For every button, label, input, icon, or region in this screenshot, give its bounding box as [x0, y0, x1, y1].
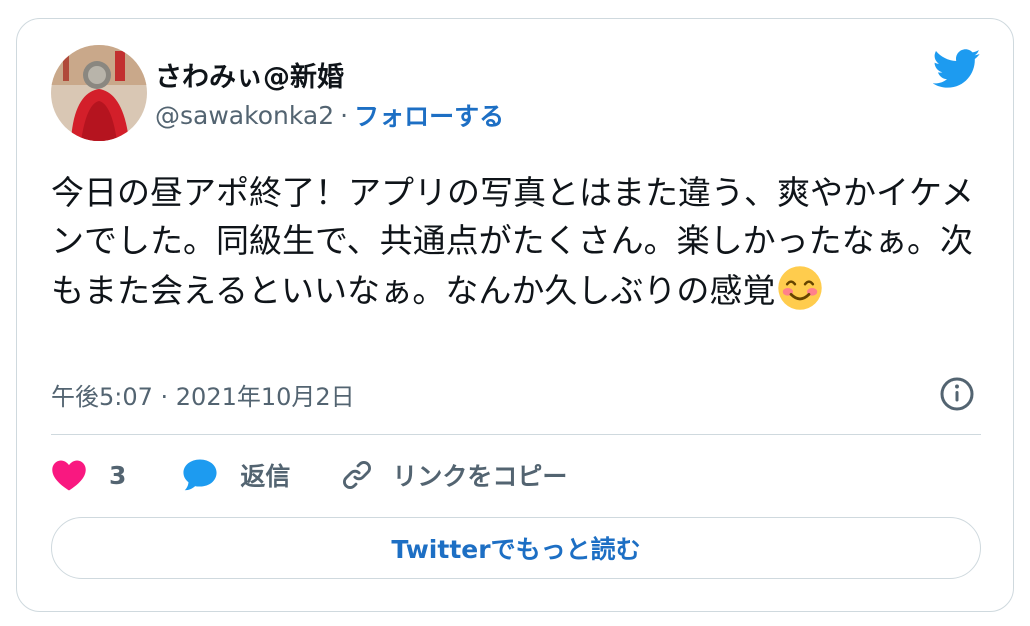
- read-more-button[interactable]: Twitterでもっと読む: [51, 517, 981, 579]
- divider: [51, 434, 981, 435]
- avatar[interactable]: [51, 45, 147, 141]
- avatar-image: [51, 45, 147, 141]
- display-name[interactable]: さわみぃ@新婚: [155, 55, 344, 94]
- copy-link-button[interactable]: リンクをコピー: [340, 457, 567, 493]
- tweet-text: 今日の昼アポ終了！アプリの写真とはまた違う、爽やかイケメンでした。同級生で、共通…: [51, 169, 986, 315]
- tweet-card: さわみぃ@新婚 @sawakonka2 · フォローする 今日の昼アポ終了！アプ…: [16, 18, 1014, 612]
- user-handle[interactable]: @sawakonka2: [155, 101, 334, 130]
- action-bar: 3 返信 リンクをコピー: [51, 455, 567, 495]
- like-count: 3: [109, 460, 127, 490]
- reply-button[interactable]: 返信: [182, 457, 290, 493]
- reply-label: 返信: [240, 462, 291, 491]
- copy-link-label: リンクをコピー: [392, 462, 568, 491]
- follow-button[interactable]: フォローする: [354, 97, 504, 133]
- info-icon[interactable]: [939, 376, 975, 412]
- tweet-timestamp[interactable]: 午後5:07 · 2021年10月2日: [51, 377, 355, 412]
- speech-bubble-icon: [183, 459, 217, 491]
- separator-dot: ·: [340, 100, 349, 130]
- smiling-face-emoji-icon: [778, 266, 823, 310]
- link-icon: [343, 461, 372, 489]
- like-button[interactable]: 3: [51, 459, 126, 491]
- twitter-bird-icon[interactable]: [933, 49, 981, 89]
- heart-icon: [52, 460, 86, 491]
- tweet-body: 今日の昼アポ終了！アプリの写真とはまた違う、爽やかイケメンでした。同級生で、共通…: [51, 173, 975, 310]
- handle-row: @sawakonka2 · フォローする: [155, 97, 504, 133]
